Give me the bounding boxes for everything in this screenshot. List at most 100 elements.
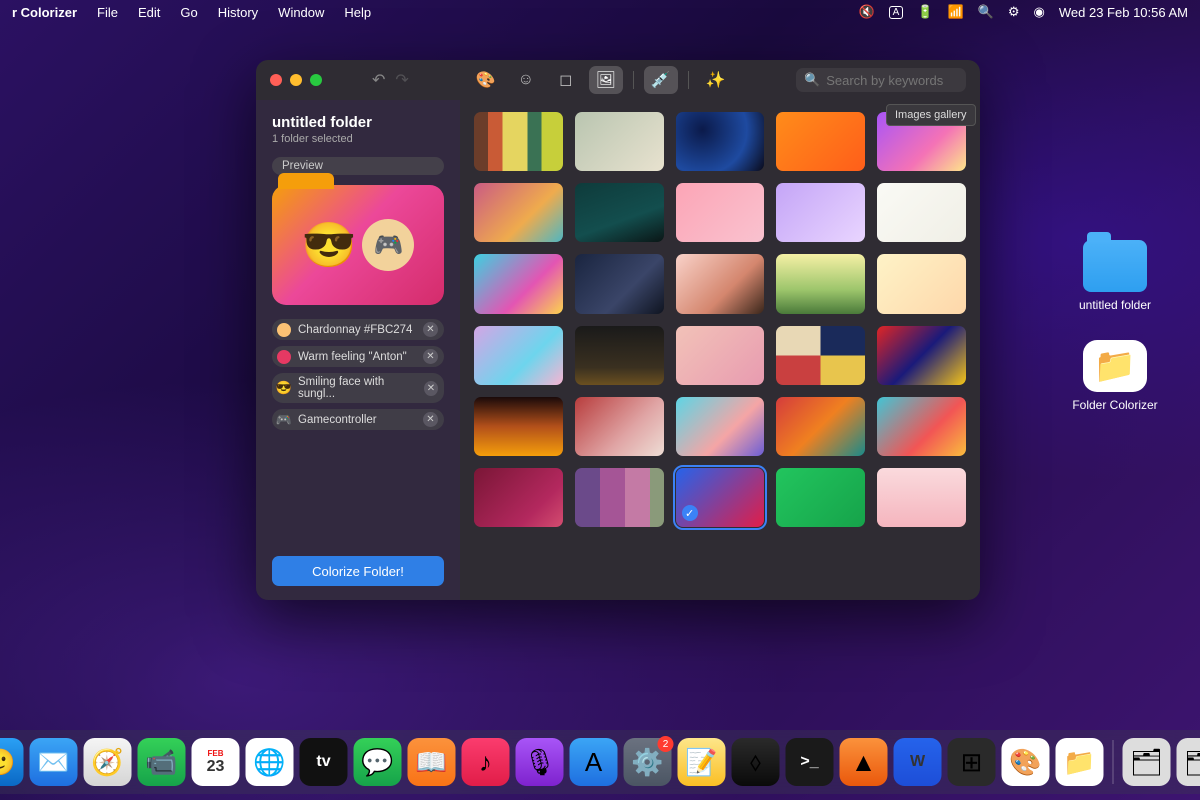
gallery-thumb[interactable] xyxy=(575,326,664,385)
close-button[interactable] xyxy=(270,74,282,86)
dock-messages[interactable]: 💬 xyxy=(354,738,402,786)
gallery-thumb[interactable] xyxy=(676,183,765,242)
desktop-app-label: Folder Colorizer xyxy=(1070,398,1160,412)
tag-remove-button[interactable]: ✕ xyxy=(423,322,438,337)
gallery-thumb[interactable] xyxy=(776,397,865,456)
gallery-thumb[interactable] xyxy=(877,326,966,385)
dock-colorsync[interactable]: 🎨 xyxy=(1002,738,1050,786)
undo-button[interactable]: ↶ xyxy=(372,70,385,90)
search-field[interactable]: 🔍 xyxy=(796,68,966,92)
tag-item[interactable]: 😎Smiling face with sungl...✕ xyxy=(272,373,444,403)
dock-vlc[interactable]: ▲ xyxy=(840,738,888,786)
dock-game[interactable]: ⬨ xyxy=(732,738,780,786)
control-center-icon[interactable]: ⚙ xyxy=(1008,4,1020,20)
app-name[interactable]: r Colorizer xyxy=(12,5,77,20)
gallery-thumb[interactable] xyxy=(676,397,765,456)
dock-calculator[interactable]: ⊞ xyxy=(948,738,996,786)
menu-go[interactable]: Go xyxy=(180,5,197,20)
menu-history[interactable]: History xyxy=(218,5,258,20)
gallery-thumb[interactable] xyxy=(877,397,966,456)
tab-images[interactable]: 🖼 xyxy=(589,66,623,94)
divider xyxy=(688,71,689,89)
dock-word[interactable]: W xyxy=(894,738,942,786)
dock-calendar[interactable]: FEB23 xyxy=(192,738,240,786)
dock-mail[interactable]: ✉️ xyxy=(30,738,78,786)
gallery-thumb[interactable] xyxy=(877,183,966,242)
gallery-thumb[interactable] xyxy=(776,183,865,242)
desktop-app[interactable]: 📁 Folder Colorizer xyxy=(1070,340,1160,412)
gallery-thumb[interactable] xyxy=(575,468,664,527)
dock-settings[interactable]: ⚙️2 xyxy=(624,738,672,786)
gallery-thumb[interactable] xyxy=(676,254,765,313)
tab-symbol[interactable]: ◻ xyxy=(549,66,583,94)
tag-item[interactable]: Warm feeling "Anton"✕ xyxy=(272,346,444,367)
menubar: r Colorizer File Edit Go History Window … xyxy=(0,0,1200,24)
gallery-thumb[interactable] xyxy=(776,468,865,527)
gallery-thumb[interactable] xyxy=(474,112,563,171)
dock-finder[interactable]: 🙂 xyxy=(0,738,24,786)
gallery-thumb[interactable] xyxy=(474,468,563,527)
tab-palette[interactable]: 🎨 xyxy=(469,66,503,94)
redo-button[interactable]: ↷ xyxy=(395,70,408,90)
gallery-thumb[interactable] xyxy=(776,326,865,385)
gallery-thumb[interactable] xyxy=(676,326,765,385)
gallery-thumb[interactable] xyxy=(877,254,966,313)
tag-remove-button[interactable]: ✕ xyxy=(424,381,438,396)
tab-emoji[interactable]: ☺ xyxy=(509,66,543,94)
tag-item[interactable]: 🎮Gamecontroller✕ xyxy=(272,409,444,430)
gallery-thumb[interactable] xyxy=(776,112,865,171)
tag-icon: 🎮 xyxy=(277,413,291,427)
dock-screenshot[interactable]: 🗂 xyxy=(1177,738,1200,786)
gallery-thumb[interactable] xyxy=(474,254,563,313)
app-icon: 📁 xyxy=(1083,340,1147,392)
menu-edit[interactable]: Edit xyxy=(138,5,160,20)
gallery-thumb[interactable] xyxy=(575,254,664,313)
gallery-thumb[interactable] xyxy=(575,397,664,456)
gallery-thumb[interactable] xyxy=(676,112,765,171)
maximize-button[interactable] xyxy=(310,74,322,86)
gallery-thumb[interactable] xyxy=(474,183,563,242)
dock-appletv[interactable]: tv xyxy=(300,738,348,786)
search-input[interactable] xyxy=(826,73,946,88)
tag-remove-button[interactable]: ✕ xyxy=(423,349,438,364)
dock-books[interactable]: 📖 xyxy=(408,738,456,786)
dock-chrome[interactable]: 🌐 xyxy=(246,738,294,786)
clock[interactable]: Wed 23 Feb 10:56 AM xyxy=(1059,5,1188,20)
gallery-thumb[interactable] xyxy=(575,112,664,171)
tab-magic[interactable]: ✨ xyxy=(699,66,733,94)
menu-help[interactable]: Help xyxy=(344,5,371,20)
dock-notes[interactable]: 📝 xyxy=(678,738,726,786)
tab-eyedropper[interactable]: 💉 xyxy=(644,66,678,94)
gallery-thumb[interactable] xyxy=(877,468,966,527)
wifi-icon[interactable]: 📶 xyxy=(948,4,964,20)
gallery-thumb[interactable] xyxy=(575,183,664,242)
dock-appstore[interactable]: A xyxy=(570,738,618,786)
emoji-sunglasses-icon: 😎 xyxy=(302,219,357,271)
images-gallery xyxy=(460,100,980,600)
gallery-thumb[interactable] xyxy=(474,326,563,385)
dock-safari[interactable]: 🧭 xyxy=(84,738,132,786)
dock-facetime[interactable]: 📹 xyxy=(138,738,186,786)
input-source-icon[interactable]: A xyxy=(889,6,904,19)
minimize-button[interactable] xyxy=(290,74,302,86)
gallery-thumb[interactable] xyxy=(474,397,563,456)
dock-music[interactable]: ♪ xyxy=(462,738,510,786)
gamecontroller-icon: 🎮 xyxy=(362,219,414,271)
dock-podcasts[interactable]: 🎙 xyxy=(516,738,564,786)
spotlight-icon[interactable]: 🔍 xyxy=(978,4,994,20)
menu-file[interactable]: File xyxy=(97,5,118,20)
tag-remove-button[interactable]: ✕ xyxy=(423,412,438,427)
dock-terminal[interactable]: >_ xyxy=(786,738,834,786)
dock-colorizer-app[interactable]: 📁 xyxy=(1056,738,1104,786)
desktop-folder[interactable]: untitled folder xyxy=(1070,240,1160,312)
menu-window[interactable]: Window xyxy=(278,5,324,20)
siri-icon[interactable]: ◉ xyxy=(1034,4,1045,20)
dock-stacks[interactable]: 🗂 xyxy=(1123,738,1171,786)
gallery-thumb[interactable] xyxy=(676,468,765,527)
dock-divider xyxy=(1113,740,1114,784)
tag-item[interactable]: Chardonnay #FBC274✕ xyxy=(272,319,444,340)
gallery-thumb[interactable] xyxy=(776,254,865,313)
battery-icon[interactable]: 🔋 xyxy=(917,4,933,20)
colorize-button[interactable]: Colorize Folder! xyxy=(272,556,444,586)
mute-icon[interactable]: 🔇 xyxy=(858,4,874,20)
